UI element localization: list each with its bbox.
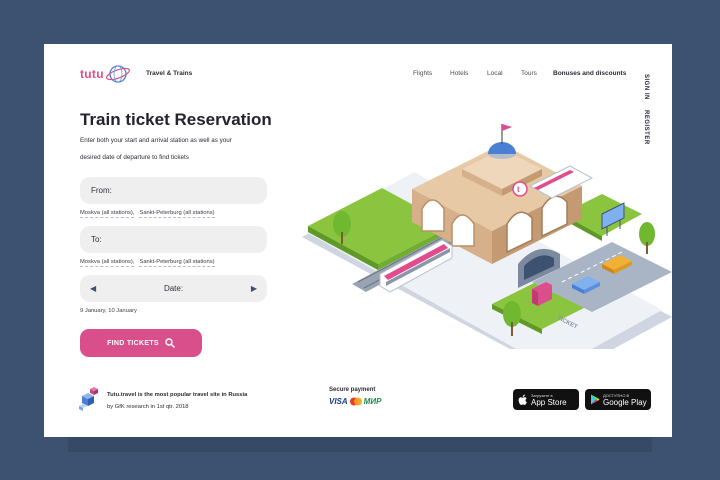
nav-item-flights[interactable]: Flights	[413, 70, 432, 77]
app-store-button[interactable]: Загрузите в App Store	[513, 389, 579, 410]
to-label: To:	[91, 235, 102, 244]
mastercard-icon	[349, 397, 362, 406]
to-hints: Moskva (all stations), Sankt-Peterburg (…	[80, 259, 215, 267]
visa-logo: VISA	[329, 397, 348, 406]
date-hint[interactable]: 9 January, 10 January	[80, 308, 137, 314]
svg-text:t: t	[517, 185, 520, 194]
nav-item-bonuses[interactable]: Bonuses and discounts	[553, 70, 626, 77]
subtitle-line-2: desired date of departure to find ticket…	[80, 154, 189, 161]
globe-icon	[105, 65, 130, 83]
nav-item-tours[interactable]: Tours	[521, 70, 537, 77]
from-hints: Moskva (all stations), Sankt-Peterburg (…	[80, 210, 215, 218]
next-date-icon[interactable]: ▶	[251, 284, 257, 293]
sign-in-link[interactable]: SIGN IN	[643, 74, 649, 100]
google-play-icon	[591, 394, 600, 405]
search-icon	[165, 338, 175, 348]
date-label: Date:	[163, 284, 184, 293]
prev-date-icon[interactable]: ◀	[90, 284, 96, 293]
nav-item-local[interactable]: Local	[487, 70, 503, 77]
google-play-big: Google Play	[603, 397, 647, 407]
logo[interactable]: tutu	[80, 63, 131, 85]
claim-source: by GfK research in 1st qtr. 2018	[107, 404, 189, 410]
to-hint-moskva[interactable]: Moskva (all stations),	[80, 259, 135, 267]
claim-text: Tutu.travel is the most popular travel s…	[107, 392, 248, 398]
to-hint-spb[interactable]: Sankt-Peterburg (all stations)	[139, 259, 215, 267]
google-play-button[interactable]: ДОСТУПНО В Google Play	[585, 389, 651, 410]
date-field[interactable]: ◀ Date: ▶	[80, 275, 267, 302]
find-tickets-label: FIND TICKETS	[107, 339, 159, 347]
from-field[interactable]: From:	[80, 177, 267, 204]
find-tickets-button[interactable]: FIND TICKETS	[80, 329, 202, 357]
from-hint-moskva[interactable]: Moskva (all stations),	[80, 210, 135, 218]
secure-payment-label: Secure payment	[329, 387, 376, 393]
popularity-claim: Tutu.travel is the most popular travel s…	[107, 389, 247, 413]
tagline: Travel & Trains	[146, 70, 193, 77]
station-flag	[502, 124, 512, 131]
logo-text: tutu	[80, 67, 104, 81]
from-label: From:	[91, 186, 112, 195]
subtitle-line-1: Enter both your start and arrival statio…	[80, 137, 232, 144]
apple-icon	[518, 394, 527, 405]
main-card: tutu Travel & Trains Flights Hotels Loca…	[44, 44, 672, 437]
train-station-illustration: t TICKET	[302, 124, 672, 349]
cubes-icon	[79, 387, 98, 411]
from-hint-spb[interactable]: Sankt-Peterburg (all stations)	[139, 210, 215, 218]
app-store-big: App Store	[531, 397, 567, 407]
to-field[interactable]: To:	[80, 226, 267, 253]
page-title: Train ticket Reservation	[80, 110, 272, 129]
payment-logos: VISA МИР	[329, 397, 381, 406]
page-subtitle: Enter both your start and arrival statio…	[80, 132, 280, 166]
mir-logo: МИР	[363, 397, 382, 406]
nav-item-hotels[interactable]: Hotels	[450, 70, 468, 77]
